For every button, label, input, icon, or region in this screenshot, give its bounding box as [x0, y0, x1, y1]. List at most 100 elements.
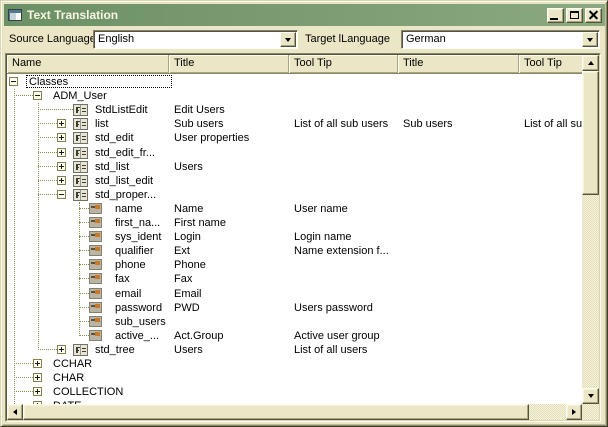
form-icon — [73, 118, 88, 130]
tree-row[interactable]: sys_identLoginLogin name — [7, 230, 582, 244]
cell-title: Email — [169, 287, 289, 301]
tree-row[interactable]: listSub usersList of all sub usersSub us… — [7, 117, 582, 131]
maximize-button[interactable] — [566, 8, 583, 23]
tree-row[interactable]: CHAR — [7, 371, 582, 385]
horizontal-scrollbar[interactable] — [7, 404, 582, 420]
tree-connector-stub — [79, 264, 89, 265]
tree-row-label: CHAR — [53, 371, 84, 385]
tree-row-label: ADM_User — [53, 89, 107, 103]
tree-connector-stub — [79, 307, 89, 308]
minimize-button[interactable] — [547, 8, 564, 23]
form-icon — [73, 132, 88, 144]
tree-row-label: std_list — [95, 160, 129, 174]
tree-connector-stub — [14, 391, 33, 392]
tree-row-label: active_... — [115, 329, 159, 343]
tree-row[interactable]: passwordPWDUsers password — [7, 301, 582, 315]
expander-plus-icon[interactable] — [57, 148, 66, 157]
tree-row[interactable]: std_editUser properties — [7, 131, 582, 145]
cell-tooltip: List of all sub users — [289, 117, 398, 131]
tree-row-label: qualifier — [115, 244, 154, 258]
tree-row[interactable]: active_...Act.GroupActive user group — [7, 329, 582, 343]
form-icon — [73, 344, 88, 356]
minimize-icon — [550, 18, 558, 20]
attribute-icon — [89, 245, 102, 256]
expander-plus-icon[interactable] — [33, 373, 42, 382]
tree-row[interactable]: std_proper... — [7, 188, 582, 202]
cell-title: Name — [169, 202, 289, 216]
tree-row-label: sys_ident — [115, 230, 161, 244]
tree-row[interactable]: sub_users — [7, 315, 582, 329]
expander-minus-icon[interactable] — [33, 91, 42, 100]
tree-row[interactable]: COLLECTION — [7, 385, 582, 399]
tree-row[interactable]: Classes — [7, 75, 582, 89]
cell-title: Sub users — [169, 117, 289, 131]
tree-row[interactable]: phonePhone — [7, 258, 582, 272]
tree-row-label: email — [115, 287, 141, 301]
expander-plus-icon[interactable] — [57, 133, 66, 142]
expander-plus-icon[interactable] — [33, 359, 42, 368]
cell-title: Act.Group — [169, 329, 289, 343]
tree-row[interactable]: email Email — [7, 287, 582, 301]
expander-minus-icon[interactable] — [57, 190, 66, 199]
listview-client-area: Name Title Tool Tip Title Tool Tip Class… — [6, 54, 600, 421]
tree-row[interactable]: StdListEditEdit Users — [7, 103, 582, 117]
tree-connector-stub — [79, 208, 89, 209]
expander-plus-icon[interactable] — [57, 119, 66, 128]
tree-row[interactable]: std_edit_fr... — [7, 146, 582, 160]
cell-tooltip2: List of all sub — [519, 117, 582, 131]
column-header-tooltip-2[interactable]: Tool Tip — [519, 55, 579, 73]
tree-row[interactable]: nameNameUser name — [7, 202, 582, 216]
tree-row-label: std_edit — [95, 131, 134, 145]
cell-title: Login — [169, 230, 289, 244]
tree-row[interactable]: std_listUsers — [7, 160, 582, 174]
tree-row[interactable]: faxFax — [7, 272, 582, 286]
tree-row[interactable]: CCHAR — [7, 357, 582, 371]
tree-connector-stub — [38, 194, 57, 195]
vertical-scrollbar[interactable] — [582, 55, 599, 404]
tree-row[interactable]: qualifier ExtName extension f... — [7, 244, 582, 258]
target-language-dropdown-button[interactable] — [582, 32, 598, 47]
chevron-down-icon — [587, 38, 593, 42]
tree-row[interactable]: ADM_User — [7, 89, 582, 103]
expander-minus-icon[interactable] — [9, 77, 18, 86]
tree-row-label: sub_users — [115, 315, 166, 329]
cell-tooltip: Users password — [289, 301, 398, 315]
column-header-title-2[interactable]: Title — [398, 55, 519, 73]
tree-row[interactable]: std_treeUsersList of all users — [7, 343, 582, 357]
column-header-tooltip[interactable]: Tool Tip — [289, 55, 398, 73]
expander-plus-icon[interactable] — [57, 162, 66, 171]
scroll-down-button[interactable] — [582, 388, 599, 404]
close-button[interactable] — [585, 8, 602, 23]
text-translation-window: Text Translation Source Language English… — [0, 0, 608, 427]
attribute-icon — [89, 259, 102, 270]
tree-connector-stub — [79, 250, 89, 251]
tree-row-label: std_list_edit — [95, 174, 153, 188]
cell-tooltip: Name extension f... — [289, 244, 398, 258]
scroll-left-button[interactable] — [7, 404, 23, 420]
target-language-label: Target lLanguage — [305, 33, 390, 45]
source-language-dropdown-button[interactable] — [280, 32, 296, 47]
expander-plus-icon[interactable] — [57, 345, 66, 354]
tree-row[interactable]: first_na...First name — [7, 216, 582, 230]
tree-connector-stub — [79, 293, 89, 294]
attribute-icon — [89, 217, 102, 228]
close-icon — [589, 11, 598, 20]
target-language-combobox[interactable]: German — [401, 30, 600, 49]
scroll-right-button[interactable] — [566, 404, 582, 420]
tree-connector-stub — [79, 321, 89, 322]
tree-row-label: password — [115, 301, 162, 315]
column-header-row: Name Title Tool Tip Title Tool Tip — [7, 55, 582, 74]
tree-row[interactable]: std_list_edit — [7, 174, 582, 188]
cell-title: Fax — [169, 272, 289, 286]
titlebar[interactable]: Text Translation — [4, 4, 605, 26]
expander-plus-icon[interactable] — [57, 176, 66, 185]
expander-plus-icon[interactable] — [33, 387, 42, 396]
cell-title: Ext — [169, 244, 289, 258]
vertical-scrollbar-thumb[interactable] — [582, 71, 599, 195]
column-header-title[interactable]: Title — [169, 55, 289, 73]
scroll-up-button[interactable] — [582, 55, 599, 71]
arrow-right-icon — [572, 409, 576, 415]
column-header-name[interactable]: Name — [7, 55, 169, 73]
source-language-combobox[interactable]: English — [93, 30, 298, 49]
horizontal-scrollbar-thumb[interactable] — [23, 404, 529, 420]
